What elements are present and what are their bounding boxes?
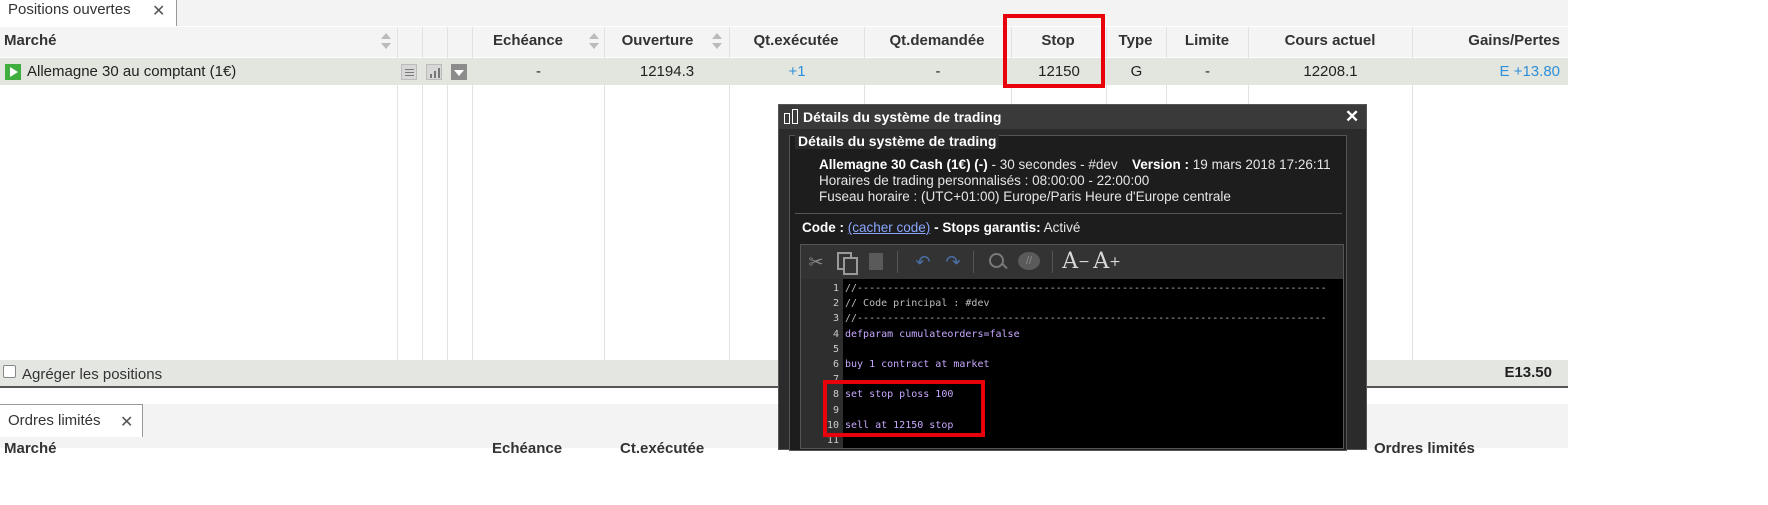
- undo-icon[interactable]: ↶: [912, 251, 934, 273]
- header-type[interactable]: Type: [1108, 27, 1163, 57]
- toolbar-separator: [1052, 251, 1053, 273]
- tab-label: Positions ouvertes: [8, 1, 131, 18]
- version-label: Version :: [1132, 157, 1190, 172]
- dialog-title: Détails du système de trading: [803, 109, 1002, 125]
- tab-positions-ouvertes[interactable]: Positions ouvertes ✕: [0, 0, 177, 26]
- header-gains-pertes[interactable]: Gains/Pertes: [1414, 27, 1560, 57]
- search-icon[interactable]: [987, 251, 1009, 273]
- code-line[interactable]: buy 1 contract at market: [845, 359, 990, 370]
- cell-qt-demandee: -: [935, 63, 941, 80]
- cell-marche[interactable]: Allemagne 30 au comptant (1€): [27, 58, 387, 85]
- header-echeance[interactable]: Echéance: [473, 27, 583, 57]
- close-icon[interactable]: ✕: [120, 412, 133, 432]
- comment-icon[interactable]: //: [1018, 251, 1040, 273]
- line-number: 6: [832, 359, 839, 370]
- version-info: Version : 19 mars 2018 17:26:11: [1132, 157, 1331, 172]
- aggregate-checkbox[interactable]: [3, 365, 16, 378]
- tab-label: Ordres limités: [8, 412, 101, 429]
- close-icon[interactable]: ✕: [152, 1, 165, 21]
- line-number: 2: [832, 298, 839, 310]
- sort-icon[interactable]: [712, 33, 722, 51]
- partial-header-echeance: Echéance: [492, 440, 563, 457]
- candlestick-icon: [782, 109, 798, 125]
- total-gains: E13.50: [1504, 364, 1552, 381]
- timezone: Fuseau horaire : (UTC+01:00) Europe/Pari…: [819, 189, 1231, 204]
- header-qt-demandee[interactable]: Qt.demandée: [866, 27, 1008, 57]
- cut-icon[interactable]: ✂: [805, 251, 827, 273]
- sort-icon[interactable]: [381, 33, 391, 51]
- code-line[interactable]: //--------------------------------------…: [845, 283, 1327, 294]
- aggregate-label[interactable]: Agréger les positions: [22, 366, 162, 383]
- cell-limite[interactable]: -: [1167, 58, 1248, 85]
- decrease-font-icon[interactable]: A−: [1062, 251, 1090, 273]
- hide-code-link[interactable]: (cacher code): [848, 220, 931, 235]
- partial-header-last: Ordres limités: [1374, 440, 1475, 457]
- code-line: Code : (cacher code) - Stops garantis: A…: [802, 220, 1080, 235]
- highlight-box: [823, 380, 985, 437]
- header-qt-executee[interactable]: Qt.exécutée: [731, 27, 861, 57]
- partial-header-col3: Ct.exécutée: [620, 440, 705, 457]
- code-line[interactable]: defparam cumulateorders=false: [845, 329, 1020, 340]
- line-number: 3: [832, 313, 839, 325]
- header-cours-actuel[interactable]: Cours actuel: [1250, 27, 1410, 57]
- cell-qt-executee[interactable]: +1: [730, 58, 864, 85]
- divider: [795, 213, 1342, 214]
- cell-gains-pertes: E +13.80: [1499, 63, 1560, 80]
- toolbar-separator: [897, 251, 898, 273]
- line-number: 1: [832, 283, 839, 294]
- increase-font-icon[interactable]: A+: [1093, 251, 1121, 273]
- header-limite[interactable]: Limite: [1168, 27, 1246, 57]
- table-row[interactable]: Allemagne 30 au comptant (1€) - 12194.3 …: [0, 58, 1568, 85]
- line-number: 4: [832, 328, 839, 340]
- cell-echeance: -: [536, 63, 541, 80]
- redo-icon[interactable]: ↷: [942, 251, 964, 273]
- cell-type: G: [1130, 63, 1143, 80]
- sort-icon[interactable]: [589, 33, 599, 51]
- code-line[interactable]: // Code principal : #dev: [845, 298, 990, 309]
- tab-strip: [0, 0, 1568, 26]
- trading-hours: Horaires de trading personnalisés : 08:0…: [819, 173, 1150, 188]
- chart-icon[interactable]: [426, 64, 442, 80]
- dialog-titlebar[interactable]: Détails du système de trading ✕: [779, 105, 1366, 129]
- header-ouverture[interactable]: Ouverture: [605, 27, 710, 57]
- system-info-line: Allemagne 30 Cash (1€) (-) - 30 secondes…: [819, 157, 1118, 172]
- code-label: Code :: [802, 220, 844, 235]
- chevron-down-icon[interactable]: [451, 64, 467, 80]
- system-suffix: - 30 secondes - #dev: [987, 157, 1118, 172]
- cell-cours-actuel: 12208.1: [1303, 63, 1358, 80]
- stops-value: Activé: [1040, 220, 1081, 235]
- toolbar-separator: [973, 251, 974, 273]
- partial-header-marche: Marché: [4, 440, 57, 457]
- code-line[interactable]: //--------------------------------------…: [845, 313, 1327, 324]
- copy-icon[interactable]: [835, 251, 858, 275]
- play-icon[interactable]: [5, 64, 21, 80]
- table-header: Marché Echéance Ouverture Qt.exécutée Qt…: [0, 27, 1568, 57]
- highlight-box: [1003, 14, 1105, 88]
- dialog-legend: Détails du système de trading: [795, 133, 1000, 149]
- header-marche[interactable]: Marché: [4, 27, 124, 57]
- paste-icon[interactable]: [866, 251, 888, 273]
- cell-ouverture: 12194.3: [639, 63, 695, 80]
- version-value: 19 mars 2018 17:26:11: [1192, 157, 1331, 172]
- details-icon[interactable]: [401, 64, 417, 80]
- system-name: Allemagne 30 Cash (1€) (-): [819, 157, 988, 172]
- line-number: 5: [832, 343, 839, 355]
- tab-ordres-limites[interactable]: Ordres limités ✕: [0, 404, 143, 437]
- editor-toolbar: ✂ ↶ ↷ // A− A+: [800, 244, 1344, 280]
- close-icon[interactable]: ✕: [1345, 105, 1359, 129]
- stops-label: - Stops garantis:: [934, 220, 1041, 235]
